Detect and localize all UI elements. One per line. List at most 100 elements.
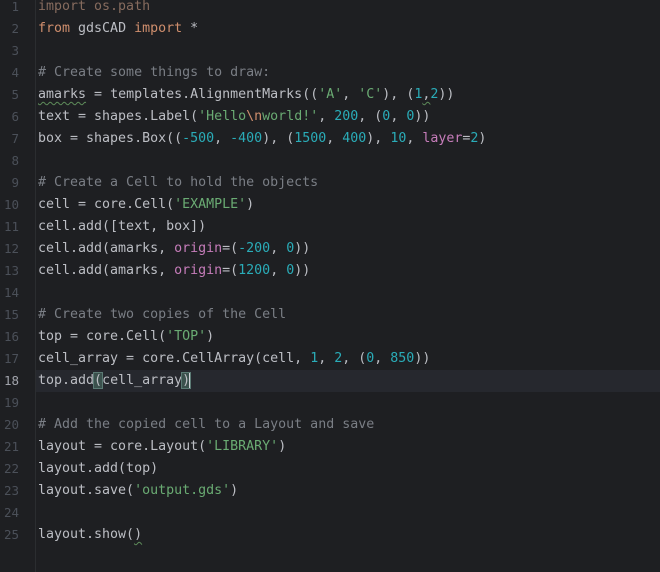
code-text[interactable]: layout.show() — [38, 524, 142, 546]
line-number: 9 — [11, 175, 19, 190]
code-area[interactable]: 1 import os.path 2 from gdsCAD import * 3 4 # … — [0, 0, 660, 546]
code-token: cell_array — [102, 373, 183, 388]
code-token: amarks — [38, 87, 87, 102]
code-line[interactable]: 24 — [0, 502, 660, 524]
line-number: 22 — [3, 461, 19, 476]
code-line[interactable]: 25 layout.show() — [0, 524, 660, 546]
code-token: # Create some things to draw: — [38, 65, 271, 80]
code-line[interactable]: 1 import os.path — [0, 0, 660, 18]
code-text[interactable]: # Create a Cell to hold the objects — [38, 172, 318, 194]
code-token: 400 — [342, 131, 367, 146]
code-line[interactable]: 4 # Create some things to draw: — [0, 62, 660, 84]
code-text[interactable]: cell_array = core.CellArray(cell, 1, 2, … — [38, 348, 430, 370]
code-token: -400 — [230, 131, 263, 146]
code-token: 1 — [310, 351, 319, 366]
line-number: 13 — [3, 263, 19, 278]
code-line[interactable]: 15 # Create two copies of the Cell — [0, 304, 660, 326]
code-line[interactable]: 20 # Add the copied cell to a Layout and … — [0, 414, 660, 436]
code-line[interactable]: 17 cell_array = core.CellArray(cell, 1, 2… — [0, 348, 660, 370]
code-token: box = shapes.Box(( — [38, 131, 183, 146]
code-text[interactable]: import os.path — [38, 0, 150, 18]
code-token: cell.add([text, box]) — [38, 219, 207, 234]
line-number: 21 — [3, 439, 19, 454]
line-number: 14 — [3, 285, 19, 300]
code-token: ) — [278, 439, 287, 454]
code-token: layout.add(top) — [38, 461, 159, 476]
code-line[interactable]: 19 — [0, 392, 660, 414]
code-line[interactable]: 12 cell.add(amarks, origin=(-200, 0)) — [0, 238, 660, 260]
line-number: 3 — [11, 43, 19, 58]
code-line[interactable]: 14 — [0, 282, 660, 304]
code-token: 850 — [390, 351, 415, 366]
code-editor[interactable]: 1 import os.path 2 from gdsCAD import * 3 4 # … — [0, 0, 660, 572]
code-token: \n — [246, 109, 263, 124]
code-token: origin — [174, 263, 223, 278]
code-line[interactable]: 9 # Create a Cell to hold the objects — [0, 172, 660, 194]
code-text[interactable]: top.add(cell_array) — [38, 370, 192, 392]
code-token: cell = core.Cell( — [38, 197, 175, 212]
code-token: =( — [222, 241, 239, 256]
code-line[interactable]: 5 amarks = templates.AlignmentMarks(('A',… — [0, 84, 660, 106]
code-line[interactable]: 8 — [0, 150, 660, 172]
line-number: 1 — [11, 0, 19, 14]
code-line[interactable]: 3 — [0, 40, 660, 62]
code-token: ) — [206, 329, 215, 344]
code-text[interactable]: cell.add(amarks, origin=(-200, 0)) — [38, 238, 310, 260]
code-token: , — [342, 87, 359, 102]
code-token: , — [318, 109, 335, 124]
text-caret — [189, 372, 192, 388]
code-token: 'Hello — [198, 109, 247, 124]
code-token: layout.save( — [38, 483, 135, 498]
code-text[interactable]: # Create two copies of the Cell — [38, 304, 286, 326]
code-text[interactable]: cell.add(amarks, origin=(1200, 0)) — [38, 260, 310, 282]
code-line[interactable]: 2 from gdsCAD import * — [0, 18, 660, 40]
line-number: 2 — [11, 21, 19, 36]
line-number: 15 — [3, 307, 19, 322]
code-token: top.add — [38, 373, 95, 388]
code-line[interactable]: 16 top = core.Cell('TOP') — [0, 326, 660, 348]
code-text[interactable]: text = shapes.Label('Hello\nworld!', 200… — [38, 106, 430, 128]
code-text[interactable]: amarks = templates.AlignmentMarks(('A', … — [38, 84, 454, 106]
code-line[interactable]: 21 layout = core.Layout('LIBRARY') — [0, 436, 660, 458]
code-text[interactable]: layout.save('output.gds') — [38, 480, 238, 502]
code-token: # Create two copies of the Cell — [38, 307, 287, 322]
code-token: )) — [294, 241, 311, 256]
code-token: 'LIBRARY' — [206, 439, 279, 454]
code-text[interactable]: layout.add(top) — [38, 458, 158, 480]
code-text[interactable]: top = core.Cell('TOP') — [38, 326, 214, 348]
code-token: ) — [230, 483, 239, 498]
code-line[interactable]: 10 cell = core.Cell('EXAMPLE') — [0, 194, 660, 216]
code-text[interactable]: cell.add([text, box]) — [38, 216, 206, 238]
code-token: origin — [174, 241, 223, 256]
code-line[interactable]: 13 cell.add(amarks, origin=(1200, 0)) — [0, 260, 660, 282]
code-token: =( — [222, 263, 239, 278]
code-line[interactable]: 18 top.add(cell_array) — [0, 370, 660, 392]
code-text[interactable]: # Add the copied cell to a Layout and sa… — [38, 414, 374, 436]
code-line[interactable]: 11 cell.add([text, box]) — [0, 216, 660, 238]
code-text[interactable]: box = shapes.Box((-500, -400), (1500, 40… — [38, 128, 486, 150]
code-token: * — [182, 21, 199, 36]
code-text[interactable]: # Create some things to draw: — [38, 62, 270, 84]
code-line[interactable]: 6 text = shapes.Label('Hello\nworld!', 20… — [0, 106, 660, 128]
code-token: # Add the copied cell to a Layout and sa… — [38, 417, 375, 432]
line-number: 10 — [3, 197, 19, 212]
code-text[interactable]: layout = core.Layout('LIBRARY') — [38, 436, 286, 458]
code-text[interactable]: cell = core.Cell('EXAMPLE') — [38, 194, 254, 216]
code-token: , — [318, 351, 335, 366]
code-text[interactable]: from gdsCAD import * — [38, 18, 198, 40]
line-number: 7 — [11, 131, 19, 146]
code-token: ) — [134, 527, 143, 542]
code-token: )) — [414, 351, 431, 366]
line-number: 19 — [3, 395, 19, 410]
line-number: 17 — [3, 351, 19, 366]
code-token: 'output.gds' — [134, 483, 231, 498]
code-token: layout = core.Layout( — [38, 439, 207, 454]
line-number: 20 — [3, 417, 19, 432]
code-token: -500 — [182, 131, 215, 146]
code-token: , ( — [358, 109, 383, 124]
code-line[interactable]: 22 layout.add(top) — [0, 458, 660, 480]
code-token: 'A' — [318, 87, 343, 102]
code-line[interactable]: 23 layout.save('output.gds') — [0, 480, 660, 502]
code-line[interactable]: 7 box = shapes.Box((-500, -400), (1500, 4… — [0, 128, 660, 150]
code-token: )) — [294, 263, 311, 278]
